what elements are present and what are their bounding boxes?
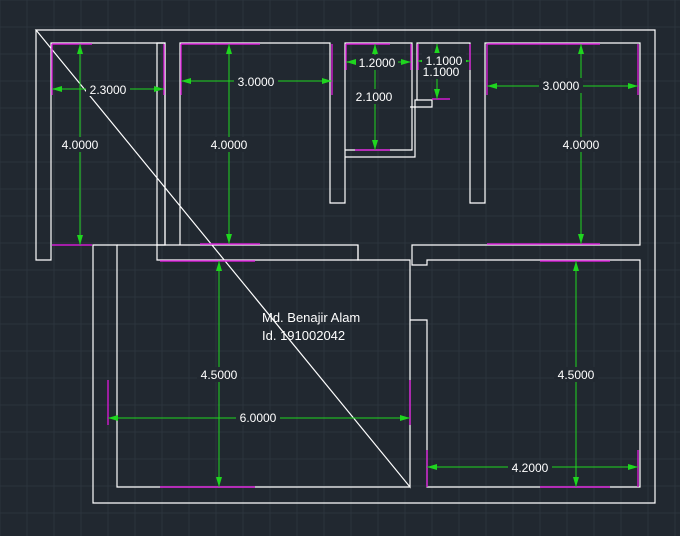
dimension-label-bath-width: 1.2000	[359, 56, 396, 70]
dimension-label-room3-width: 3.0000	[543, 79, 580, 93]
owner-id: Id. 191002042	[262, 328, 345, 343]
dimension-label-hall-width: 6.0000	[240, 411, 277, 425]
dimension-label-bath-height: 2.1000	[356, 90, 393, 104]
dimension-label-room2-height: 4.0000	[211, 138, 248, 152]
dimension-label-room1-width: 2.3000	[90, 83, 127, 97]
closet-wall	[410, 99, 433, 108]
dimension-label-room4-width: 4.2000	[512, 461, 549, 475]
dimension-label-room2-width: 3.0000	[238, 75, 275, 89]
owner-name: Md. Benajir Alam	[262, 310, 360, 325]
dimension-label-room1-height: 4.0000	[62, 138, 99, 152]
dimension-label-room3-height: 4.0000	[563, 138, 600, 152]
hall-top-wall	[156, 245, 359, 261]
dimension-label-hall-height: 4.5000	[201, 368, 238, 382]
dimension-label-room4-height: 4.5000	[558, 368, 595, 382]
cad-canvas[interactable]: 2.3000 4.0000 3.0000 4.0000 1.2000 2.100…	[0, 0, 680, 536]
dimension-label-closet-height: 1.1000	[423, 65, 460, 79]
floor-plan-drawing: 2.3000 4.0000 3.0000 4.0000 1.2000 2.100…	[0, 0, 680, 536]
